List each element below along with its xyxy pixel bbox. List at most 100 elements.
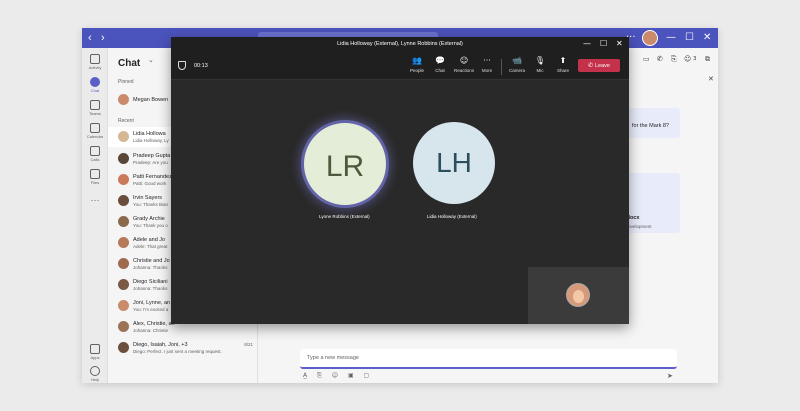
leave-label: Leave <box>594 63 610 69</box>
bell-icon <box>90 54 100 64</box>
compose-box[interactable]: Type a new message <box>300 349 677 369</box>
chat-time: 8/21 <box>244 342 253 347</box>
close-icon[interactable]: ✕ <box>708 75 714 83</box>
avatar <box>566 283 590 307</box>
more-icon: ··· <box>90 195 100 205</box>
chat-button[interactable]: 💬 Chat <box>427 56 453 73</box>
meeting-title: Lidia Holloway (External), Lynne Robbins… <box>337 41 463 47</box>
avatar <box>118 279 129 290</box>
emoji-icon[interactable]: ☺ <box>332 372 338 379</box>
rail-activity[interactable]: Activity <box>82 54 108 70</box>
maximize-icon[interactable]: ☐ <box>600 39 607 48</box>
chat-preview: Pradeep: Are you <box>133 160 168 165</box>
compose-toolbar: A̲ ⎘ ☺ ▣ ▢ <box>303 372 377 380</box>
avatar <box>118 321 129 332</box>
minimize-icon[interactable]: — <box>666 31 676 45</box>
close-icon[interactable]: ✕ <box>616 39 623 48</box>
avatar <box>118 258 129 269</box>
meeting-titlebar: Lidia Holloway (External), Lynne Robbins… <box>171 37 629 52</box>
chat-preview: Diego: Perfect. I just sent a meeting re… <box>133 349 222 354</box>
avatar <box>118 94 129 105</box>
chat-preview: You: Thanks Bian <box>133 202 169 207</box>
chat-list-title: Chat <box>118 58 141 69</box>
avatar <box>118 300 129 311</box>
avatar <box>118 131 129 142</box>
avatar[interactable] <box>642 30 658 46</box>
video-icon[interactable]: ▭ <box>643 55 650 63</box>
more-button[interactable]: ··· More <box>474 56 500 73</box>
popout-icon[interactable]: ⧉ <box>705 55 710 64</box>
chat-preview: Adele: That great <box>133 244 168 249</box>
apps-icon <box>90 344 100 354</box>
participant-tile-lh[interactable]: LH <box>413 122 495 204</box>
self-view[interactable] <box>528 267 629 324</box>
file-icon <box>90 169 100 179</box>
chevron-down-icon[interactable]: ⌄ <box>148 56 154 64</box>
chat-preview: Johanna: Christie <box>133 328 169 333</box>
share-button[interactable]: ⬆ Share <box>550 56 576 73</box>
chat-name: Grady Archie <box>133 216 165 222</box>
recent-section-label: Recent <box>118 118 134 124</box>
app-rail: Activity Chat Teams Calendar Calls Files… <box>82 48 108 383</box>
send-icon[interactable]: ➤ <box>667 372 673 380</box>
back-icon[interactable]: ‹ <box>88 31 92 45</box>
rail-teams[interactable]: Teams <box>82 100 108 116</box>
calendar-icon <box>90 123 100 133</box>
chat-preview: Johanna: Thanks <box>133 286 168 291</box>
chat-preview: You: I'm excited a <box>133 307 169 312</box>
shield-icon <box>178 61 186 70</box>
rail-more[interactable]: ··· <box>82 194 108 205</box>
avatar <box>118 237 129 248</box>
minimize-icon[interactable]: — <box>583 39 591 48</box>
chat-name: Diego Siciliani <box>133 279 168 285</box>
toolbar-divider <box>501 59 502 75</box>
tool-label: More <box>481 68 493 73</box>
rail-label: Help <box>90 377 100 382</box>
rail-chat[interactable]: Chat <box>82 77 108 93</box>
phone-icon[interactable]: ✆ <box>657 55 663 63</box>
rail-apps[interactable]: Apps <box>82 344 108 360</box>
compose-placeholder: Type a new message <box>307 355 359 361</box>
chat-name: Christie and Jo <box>133 258 170 264</box>
gif-icon[interactable]: ▣ <box>348 372 354 379</box>
rail-calls[interactable]: Calls <box>82 146 108 162</box>
avatar <box>118 153 129 164</box>
participant-name: Lidia Holloway (External) <box>427 214 477 219</box>
chat-preview: Lidia Holloway, Ly <box>133 138 169 143</box>
maximize-icon[interactable]: ☐ <box>685 31 694 45</box>
leave-button[interactable]: ✆ Leave <box>578 59 620 72</box>
chat-preview: Patti: Good work <box>133 181 167 186</box>
share-icon[interactable]: ⎘ <box>671 55 677 64</box>
rail-label: Activity <box>88 65 102 70</box>
sticker-icon[interactable]: ▢ <box>364 372 370 379</box>
list-item[interactable]: Diego, Isaiah, Joni, +3 Diego: Perfect. … <box>108 338 258 358</box>
meeting-window: Lidia Holloway (External), Lynne Robbins… <box>171 37 629 324</box>
chat-name: Patti Fernandez <box>133 174 172 180</box>
phone-hangup-icon: ✆ <box>588 62 595 69</box>
rail-help[interactable]: Help <box>82 366 108 382</box>
chat-preview: You: Thank you o <box>133 223 168 228</box>
avatar <box>118 342 129 353</box>
format-icon[interactable]: A̲ <box>303 372 307 379</box>
avatar <box>118 216 129 227</box>
close-icon[interactable]: ✕ <box>703 31 711 45</box>
forward-icon[interactable]: › <box>101 31 105 45</box>
rail-label: Calls <box>90 157 100 162</box>
tool-label: Share <box>556 68 569 73</box>
avatar <box>118 174 129 185</box>
rail-files[interactable]: Files <box>82 169 108 185</box>
chat-preview: Johanna: Thanks <box>133 265 168 270</box>
chat-name: Pradeep Gupta <box>133 153 171 159</box>
chat-icon <box>90 77 100 87</box>
attach-icon[interactable]: ⎘ <box>317 372 322 379</box>
help-icon <box>90 366 100 376</box>
people-icon[interactable]: ☺ <box>684 55 691 63</box>
chat-name: Alex, Christie, an <box>133 321 175 327</box>
participant-tile-lr[interactable]: LR <box>301 120 389 208</box>
rail-calendar[interactable]: Calendar <box>82 123 108 139</box>
pinned-section-label: Pinned <box>118 79 134 85</box>
more-icon: ··· <box>483 56 491 65</box>
rail-label: Teams <box>89 111 101 116</box>
share-icon: ⬆ <box>559 56 567 65</box>
chat-name: Joni, Lynne, an <box>133 300 171 306</box>
